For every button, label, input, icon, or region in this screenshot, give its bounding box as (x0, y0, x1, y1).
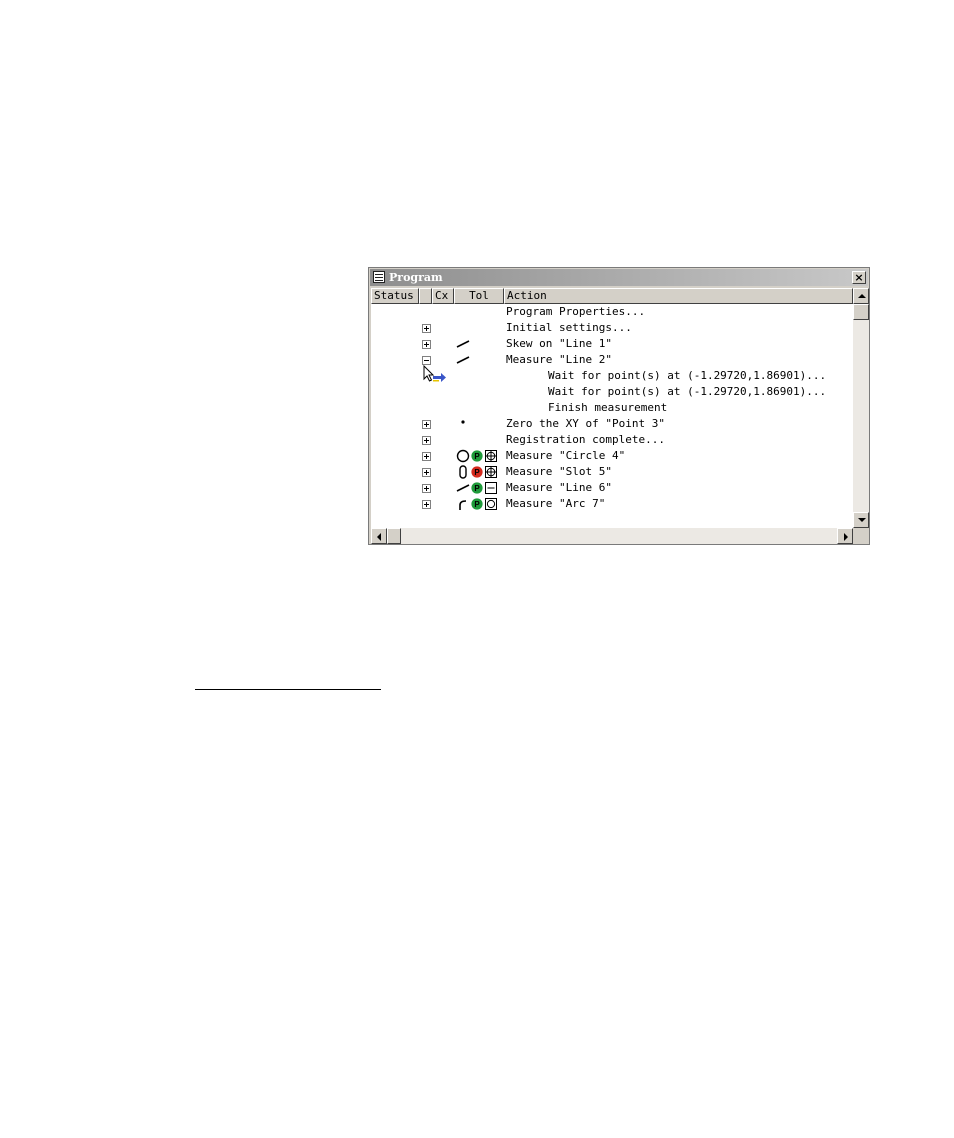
column-header: Status Cx Tol Action (371, 288, 853, 304)
title-bar[interactable]: Program × (370, 269, 868, 286)
footnote-rule (195, 689, 381, 690)
expand-icon[interactable] (422, 500, 431, 509)
scroll-right-button[interactable] (837, 528, 853, 544)
scrollbar-corner (853, 528, 869, 544)
arrow-up-icon (858, 294, 866, 298)
arrow-left-icon (377, 533, 381, 541)
action-text: Initial settings... (506, 321, 632, 334)
svg-text:P: P (474, 452, 480, 461)
point-icon (461, 420, 465, 424)
circle-icon (456, 449, 470, 463)
collapse-icon[interactable] (422, 356, 431, 365)
position-tolerance-icon (485, 466, 497, 478)
expand-icon[interactable] (422, 468, 431, 477)
arrow-down-icon (858, 518, 866, 522)
svg-text:P: P (474, 484, 480, 493)
action-text: Wait for point(s) at (-1.29720,1.86901).… (548, 369, 827, 382)
current-step-arrow-icon (433, 373, 446, 382)
action-text: Zero the XY of "Point 3" (506, 417, 665, 430)
program-step-row[interactable]: Registration complete... (371, 432, 853, 448)
fail-red-icon: P (471, 466, 483, 478)
expand-icon[interactable] (422, 436, 431, 445)
program-steps-list[interactable]: Program Properties... Initial settings...… (371, 304, 853, 528)
scroll-down-button[interactable] (853, 512, 869, 528)
column-status[interactable]: Status (371, 288, 419, 304)
svg-text:P: P (474, 468, 480, 477)
scroll-up-button[interactable] (853, 288, 869, 304)
program-step-row[interactable]: Zero the XY of "Point 3" (371, 416, 853, 432)
line-icon (456, 356, 470, 364)
pass-green-icon: P (471, 498, 483, 510)
pass-green-icon: P (471, 450, 483, 462)
program-step-row[interactable]: P Measure "Circle 4" (371, 448, 853, 464)
action-text: Measure "Line 6" (506, 481, 612, 494)
expand-icon[interactable] (422, 452, 431, 461)
action-text: Wait for point(s) at (-1.29720,1.86901).… (548, 385, 827, 398)
program-step-row[interactable]: Initial settings... (371, 320, 853, 336)
action-text: Registration complete... (506, 433, 665, 446)
vertical-scrollbar[interactable] (853, 288, 869, 528)
action-text: Measure "Circle 4" (506, 449, 626, 462)
slot-icon (459, 465, 467, 479)
column-cx[interactable]: Cx (432, 288, 454, 304)
expand-icon[interactable] (422, 484, 431, 493)
scroll-left-button[interactable] (371, 528, 387, 544)
program-step-child-row[interactable]: Wait for point(s) at (-1.29720,1.86901).… (371, 384, 853, 400)
column-blank[interactable] (419, 288, 432, 304)
straightness-tolerance-icon (485, 482, 497, 494)
action-text: Skew on "Line 1" (506, 337, 612, 350)
arc-icon (459, 500, 467, 510)
action-text: Measure "Arc 7" (506, 497, 606, 510)
program-step-child-row[interactable]: Finish measurement (371, 400, 853, 416)
program-step-row[interactable]: P Measure "Line 6" (371, 480, 853, 496)
close-button[interactable]: × (852, 271, 866, 284)
program-step-row[interactable]: P Measure "Slot 5" (371, 464, 853, 480)
pass-green-icon: P (471, 482, 483, 494)
action-text: Measure "Line 2" (506, 353, 612, 366)
horizontal-scroll-thumb[interactable] (387, 528, 401, 544)
program-step-row[interactable]: P Measure "Arc 7" (371, 496, 853, 512)
column-tol[interactable]: Tol (454, 288, 504, 304)
circularity-tolerance-icon (485, 498, 497, 510)
expand-icon[interactable] (422, 324, 431, 333)
window-title: Program (389, 271, 443, 284)
action-text: Finish measurement (548, 401, 668, 414)
column-action[interactable]: Action (504, 288, 853, 304)
program-window: Program × Status Cx Tol Action Program P… (368, 267, 870, 545)
line-icon (456, 340, 470, 348)
arrow-right-icon (844, 533, 848, 541)
program-step-row[interactable]: Skew on "Line 1" (371, 336, 853, 352)
line-icon (456, 484, 470, 492)
action-text: Measure "Slot 5" (506, 465, 612, 478)
horizontal-scrollbar[interactable] (371, 528, 853, 544)
vertical-scroll-thumb[interactable] (853, 304, 869, 320)
expand-icon[interactable] (422, 420, 431, 429)
program-step-row[interactable]: Program Properties... (371, 304, 853, 320)
program-list-icon (373, 271, 385, 283)
expand-icon[interactable] (422, 340, 431, 349)
action-text: Program Properties... (506, 305, 646, 318)
position-tolerance-icon (485, 450, 497, 462)
svg-text:P: P (474, 500, 480, 509)
